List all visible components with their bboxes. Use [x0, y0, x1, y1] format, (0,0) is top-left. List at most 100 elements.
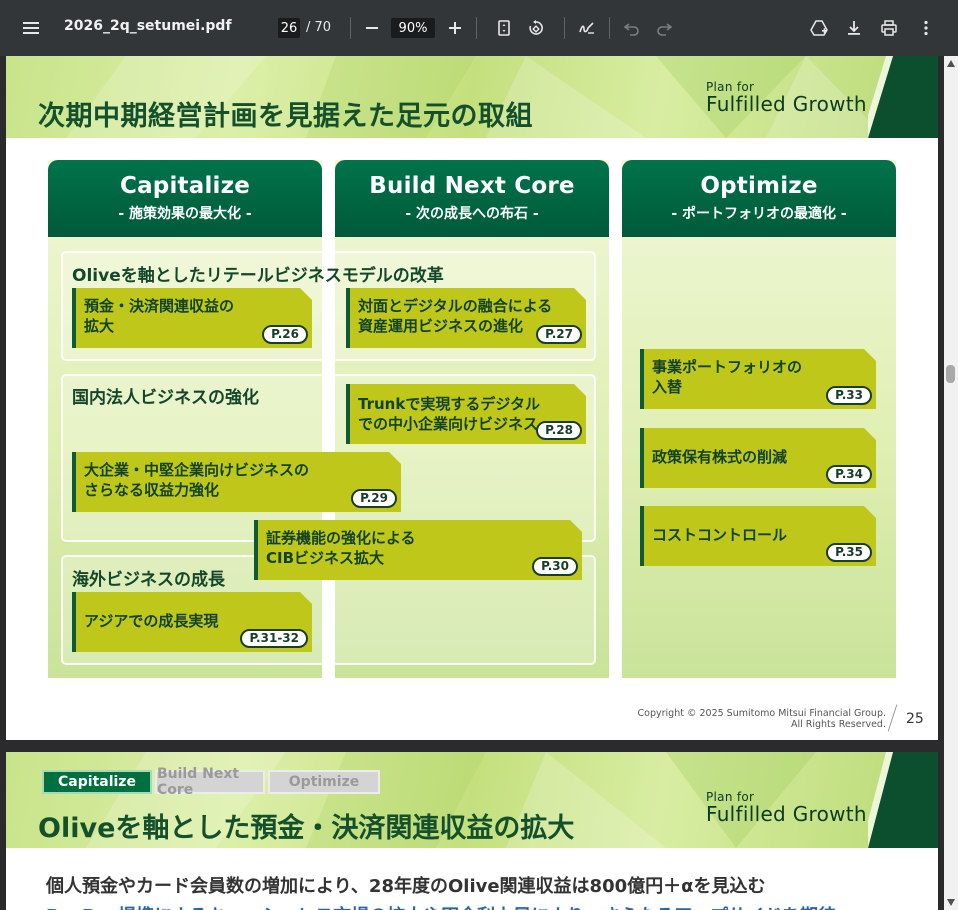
initiative-item: Trunkで実現するデジタル での中小企業向けビジネス P.28	[346, 384, 586, 444]
page-ref-badge[interactable]: P.33	[826, 386, 872, 405]
group-title: 海外ビジネスの成長	[72, 570, 225, 590]
initiative-line: での中小企業向けビジネス	[358, 415, 539, 433]
tab-capitalize: Capitalize	[42, 770, 152, 794]
page-ref-badge[interactable]: P.26	[262, 325, 308, 344]
print-icon	[881, 20, 897, 36]
initiative-line: 入替	[652, 378, 683, 396]
copyright: Copyright © 2025 Sumitomo Mitsui Financi…	[596, 708, 886, 730]
zoom-out-button[interactable]	[362, 18, 382, 38]
redo-icon	[657, 23, 673, 36]
fit-page-button[interactable]	[494, 18, 514, 38]
tab-optimize: Optimize	[268, 770, 380, 794]
initiative-line: 政策保有株式の削減	[652, 448, 788, 466]
vertical-scrollbar[interactable]	[944, 56, 958, 910]
column-subtitle: - ポートフォリオの最適化 -	[671, 206, 847, 222]
page-divider	[887, 704, 898, 732]
menu-button[interactable]	[16, 14, 46, 42]
initiative-line: アジアでの成長実現	[84, 612, 219, 630]
initiative-item: 事業ポートフォリオの 入替 P.33	[640, 349, 876, 409]
column-subtitle: - 施策効果の最大化 -	[118, 206, 252, 222]
initiative-text: コストコントロール	[652, 525, 787, 545]
rotate-button[interactable]	[526, 18, 546, 38]
rotate-icon	[529, 20, 543, 35]
initiative-line: コストコントロール	[652, 526, 788, 544]
initiative-line: CIBビジネス拡大	[266, 549, 385, 567]
zoom-input[interactable]: 90%	[391, 18, 435, 38]
initiative-text: 政策保有株式の削減	[652, 447, 787, 467]
initiative-line: 大企業・中堅企業向けビジネスの	[84, 461, 310, 479]
undo-icon	[623, 23, 639, 36]
initiative-text: 対面とデジタルの融合による 資産運用ビジネスの進化	[358, 296, 552, 336]
column-title: Build Next Core	[369, 173, 575, 199]
copyright-line: All Rights Reserved.	[790, 719, 886, 730]
column-header: Optimize - ポートフォリオの最適化 -	[622, 160, 896, 237]
slide-page-number: 25	[906, 711, 924, 727]
initiative-line: さらなる収益力強化	[84, 481, 220, 499]
initiative-line: Trunkで実現するデジタル	[358, 395, 541, 413]
slide-header: 次期中期経営計画を見据えた足元の取組 Plan for Fulfilled Gr…	[6, 56, 938, 138]
initiative-line: 事業ポートフォリオの	[652, 358, 803, 376]
scrollbar-thumb[interactable]	[946, 365, 955, 383]
initiative-text: 大企業・中堅企業向けビジネスの さらなる収益力強化	[84, 460, 309, 500]
slide-title: 次期中期経営計画を見据えた足元の取組	[38, 101, 533, 132]
slide-title: Oliveを軸とした預金・決済関連収益の拡大	[38, 813, 575, 844]
page-ref-badge[interactable]: P.35	[826, 543, 872, 562]
zoom-in-button[interactable]	[445, 18, 465, 38]
more-options-button[interactable]	[916, 17, 936, 39]
column-title: Optimize	[700, 173, 818, 199]
tab-build-next-core: Build Next Core	[155, 766, 265, 798]
toolbar-divider	[350, 17, 351, 39]
document-viewport[interactable]: 次期中期経営計画を見据えた足元の取組 Plan for Fulfilled Gr…	[0, 56, 944, 910]
download-button[interactable]	[843, 17, 865, 39]
page-ref-badge[interactable]: P.34	[826, 465, 872, 484]
initiative-line: 証券機能の強化による	[266, 529, 416, 547]
file-name: 2026_2q_setumei.pdf	[64, 18, 232, 34]
page-ref-badge[interactable]: P.31-32	[240, 629, 308, 648]
pdf-page: Capitalize Build Next Core Optimize Oliv…	[6, 752, 938, 910]
page-number-input[interactable]: 26	[278, 18, 300, 38]
toolbar-divider	[476, 17, 477, 39]
initiative-text: 証券機能の強化による CIBビジネス拡大	[266, 528, 416, 568]
drive-save-button[interactable]	[808, 17, 830, 39]
annotate-button[interactable]	[577, 18, 597, 38]
initiative-item: コストコントロール P.35	[640, 506, 876, 566]
undo-button[interactable]	[622, 18, 642, 38]
more-vert-icon	[924, 20, 928, 36]
brand-logo: Plan for Fulfilled Growth	[706, 790, 867, 826]
toolbar-divider	[609, 17, 610, 39]
drive-add-icon	[810, 20, 828, 36]
page-ref-badge[interactable]: P.27	[536, 325, 582, 344]
plus-icon	[449, 22, 461, 34]
slide-header: Capitalize Build Next Core Optimize Oliv…	[6, 752, 938, 848]
column-header: Capitalize - 施策効果の最大化 -	[48, 160, 322, 237]
print-button[interactable]	[878, 17, 900, 39]
initiative-text: Trunkで実現するデジタル での中小企業向けビジネス	[358, 394, 540, 434]
redo-button[interactable]	[654, 18, 674, 38]
draw-signature-icon	[579, 22, 594, 34]
initiative-item: 証券機能の強化による CIBビジネス拡大 P.30	[254, 520, 582, 580]
scroll-up-arrow-icon[interactable]	[947, 60, 955, 67]
initiative-item: 大企業・中堅企業向けビジネスの さらなる収益力強化 P.29	[72, 452, 401, 512]
group-title: Oliveを軸としたリテールビジネスモデルの改革	[72, 266, 444, 286]
initiative-text: 事業ポートフォリオの 入替	[652, 357, 802, 397]
pdf-toolbar: 2026_2q_setumei.pdf 26 / 70 90%	[0, 0, 958, 56]
copyright-line: Copyright © 2025 Sumitomo Mitsui Financi…	[637, 708, 886, 719]
initiative-item: 対面とデジタルの融合による 資産運用ビジネスの進化 P.27	[346, 288, 586, 348]
scroll-down-arrow-icon[interactable]	[947, 899, 955, 906]
column-title: Capitalize	[119, 173, 251, 199]
page-total: / 70	[306, 20, 332, 35]
column-header: Build Next Core - 次の成長への布石 -	[335, 160, 609, 237]
page-ref-badge[interactable]: P.29	[351, 489, 397, 508]
brand-fulfilled-growth: Fulfilled Growth	[706, 92, 867, 116]
initiative-text: 預金・決済関連収益の 拡大	[84, 296, 234, 336]
corner-stripe	[868, 56, 938, 138]
page-ref-badge[interactable]: P.30	[532, 557, 578, 576]
corner-stripe	[868, 752, 938, 848]
download-icon	[848, 21, 860, 35]
column-optimize: Optimize - ポートフォリオの最適化 -	[622, 160, 896, 678]
column-subtitle: - 次の成長への布石 -	[405, 206, 539, 222]
initiative-item: 預金・決済関連収益の 拡大 P.26	[72, 288, 312, 348]
page-ref-badge[interactable]: P.28	[536, 421, 582, 440]
group-title: 国内法人ビジネスの強化	[72, 388, 259, 408]
lead-text: 個人預金やカード会員数の増加により、28年度のOlive関連収益は800億円＋α…	[46, 876, 766, 897]
